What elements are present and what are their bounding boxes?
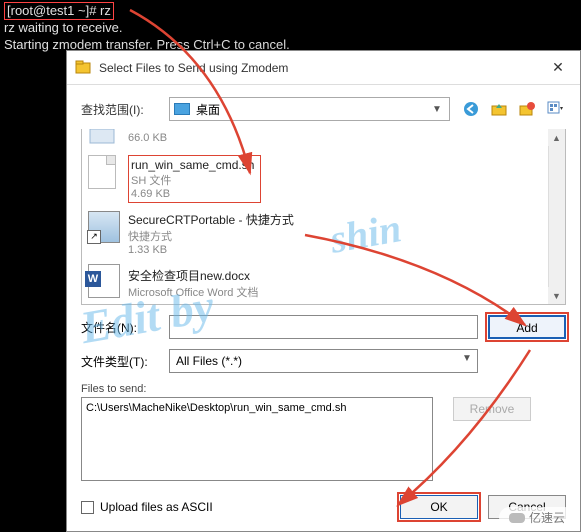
upload-ascii-label: Upload files as ASCII	[100, 500, 213, 514]
new-folder-button[interactable]	[516, 98, 538, 120]
file-size: 66.0 KB	[128, 132, 167, 144]
file-name: 安全检查项目new.docx	[128, 267, 258, 284]
file-list[interactable]: 66.0 KB run_win_same_cmd.sh SH 文件 4.69 K…	[81, 129, 566, 305]
list-item[interactable]: SecureCRTPortable - 快捷方式 快捷方式 1.33 KB	[82, 207, 565, 260]
files-to-send-label: Files to send:	[81, 383, 566, 395]
titlebar: Select Files to Send using Zmodem ✕	[67, 51, 580, 85]
app-icon	[75, 60, 91, 76]
file-icon	[88, 129, 120, 147]
filetype-label: 文件类型(T):	[81, 353, 169, 370]
scroll-up-button[interactable]: ▲	[548, 129, 565, 146]
file-type: 快捷方式	[128, 228, 294, 244]
file-size: 1.33 KB	[128, 244, 294, 256]
file-type: SH 文件	[131, 172, 254, 188]
filetype-dropdown[interactable]: All Files (*.*) ▼	[169, 349, 478, 373]
remove-button[interactable]: Remove	[453, 397, 531, 421]
chevron-down-icon: ▼	[459, 353, 475, 369]
list-item[interactable]: 安全检查项目new.docx Microsoft Office Word 文档	[82, 260, 565, 305]
word-doc-icon	[88, 264, 120, 302]
send-file-path[interactable]: C:\Users\MacheNike\Desktop\run_win_same_…	[86, 402, 428, 414]
scrollbar[interactable]	[548, 129, 565, 304]
ok-button[interactable]: OK	[400, 495, 478, 519]
filename-input[interactable]	[169, 315, 478, 339]
filetype-value: All Files (*.*)	[176, 354, 242, 368]
view-menu-button[interactable]	[544, 98, 566, 120]
upload-ascii-checkbox[interactable]	[81, 501, 94, 514]
file-type: Microsoft Office Word 文档	[128, 284, 258, 300]
list-item[interactable]: run_win_same_cmd.sh SH 文件 4.69 KB	[82, 151, 565, 207]
chevron-down-icon: ▼	[429, 104, 445, 115]
back-button[interactable]	[460, 98, 482, 120]
file-name: run_win_same_cmd.sh	[131, 158, 254, 172]
desktop-icon	[174, 103, 190, 115]
lookin-value: 桌面	[196, 101, 429, 118]
lookin-label: 查找范围(I):	[81, 101, 169, 118]
file-size: 4.69 KB	[131, 188, 254, 200]
file-name: SecureCRTPortable - 快捷方式	[128, 211, 294, 228]
terminal-line: rz waiting to receive.	[4, 20, 123, 35]
scroll-down-button[interactable]: ▼	[548, 287, 565, 304]
filename-label: 文件名(N):	[81, 319, 169, 336]
list-item[interactable]: 66.0 KB	[82, 129, 565, 151]
shortcut-icon	[88, 211, 120, 249]
dialog-title: Select Files to Send using Zmodem	[99, 61, 544, 75]
up-folder-button[interactable]	[488, 98, 510, 120]
terminal-prompt: [root@test1 ~]# rz	[4, 2, 114, 20]
lookin-dropdown[interactable]: 桌面 ▼	[169, 97, 450, 121]
add-button[interactable]: Add	[488, 315, 566, 339]
zmodem-send-dialog: Select Files to Send using Zmodem ✕ 查找范围…	[66, 50, 581, 532]
close-button[interactable]: ✕	[544, 57, 572, 79]
files-to-send-listbox[interactable]: C:\Users\MacheNike\Desktop\run_win_same_…	[81, 397, 433, 481]
source-logo: 亿速云	[499, 507, 575, 528]
file-icon	[88, 155, 120, 193]
